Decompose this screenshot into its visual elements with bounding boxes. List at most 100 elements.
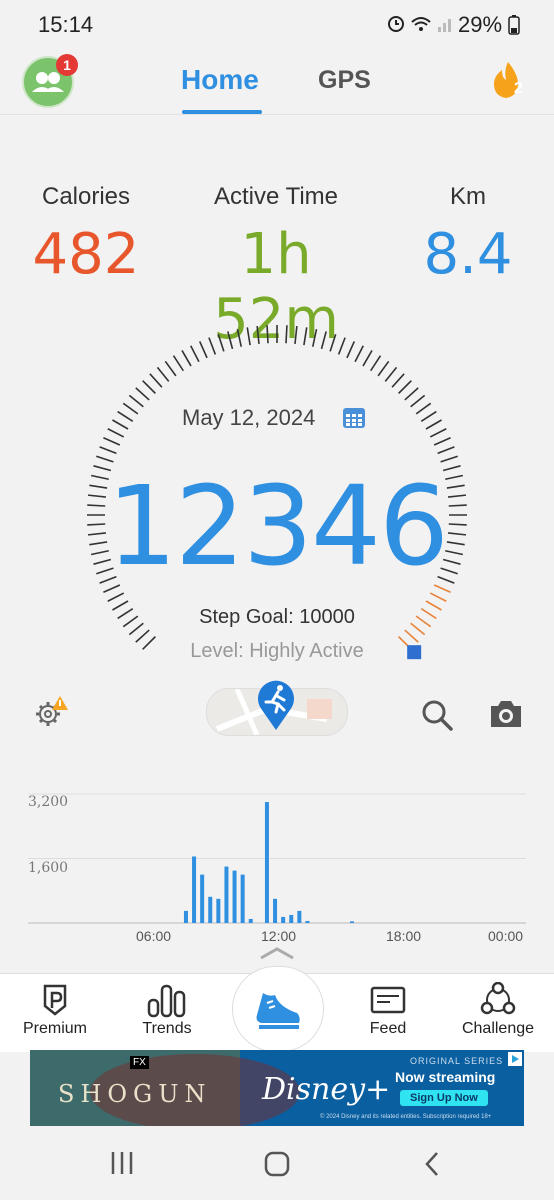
active-time-label: Active Time <box>213 183 339 210</box>
gauge-tick <box>217 334 225 352</box>
camera-icon[interactable] <box>488 698 524 730</box>
tab-gps[interactable]: GPS <box>318 66 371 95</box>
notification-badge: 1 <box>56 54 78 76</box>
gauge-tick <box>99 446 117 455</box>
gauge-tick <box>420 410 437 422</box>
gauge-tick <box>425 419 442 430</box>
x-tick-0600: 06:00 <box>136 928 172 944</box>
running-person-icon <box>258 680 294 730</box>
chart-bar <box>248 918 253 923</box>
status-bar: 15:14 29% <box>0 0 554 44</box>
challenge-icon <box>480 982 516 1015</box>
alarm-icon <box>388 16 404 32</box>
x-tick-1800: 18:00 <box>386 928 422 944</box>
recent-apps-icon[interactable] <box>110 1150 134 1176</box>
km-value: 8.4 <box>423 222 513 287</box>
chart-bar <box>273 898 278 923</box>
status-icons <box>388 16 451 32</box>
gauge-tick <box>384 366 398 382</box>
back-icon[interactable] <box>422 1150 442 1178</box>
chart-bar <box>240 874 245 923</box>
gauge-tick <box>404 387 419 401</box>
gauge-tick <box>156 366 170 382</box>
gauge-tick <box>370 355 382 372</box>
gauge-tick <box>320 331 327 350</box>
chart-bar <box>208 896 213 923</box>
gauge-tick <box>285 325 288 344</box>
x-tick-1200: 12:00 <box>261 928 297 944</box>
nav-feed-label: Feed <box>369 1020 407 1037</box>
y-tick-1600: 1,600 <box>28 860 69 876</box>
date-label: May 12, 2024 <box>182 405 316 430</box>
tab-home[interactable]: Home <box>181 64 259 96</box>
gauge-tick <box>149 373 163 388</box>
ad-series: ORIGINAL SERIES <box>410 1056 504 1066</box>
battery-percent: 29% <box>458 12 503 37</box>
gauge-tick <box>236 328 243 347</box>
gauge-tick <box>303 327 308 346</box>
search-icon[interactable] <box>420 698 454 732</box>
nav-steps-center[interactable] <box>232 966 324 1052</box>
active-tab-indicator <box>182 110 262 114</box>
gauge-tick <box>135 387 150 401</box>
ad-cta-button[interactable]: Sign Up Now <box>400 1090 488 1106</box>
system-nav-bar <box>0 1126 554 1200</box>
nav-feed[interactable]: Feed <box>343 980 433 1044</box>
gauge-tick <box>429 592 447 602</box>
nav-trends[interactable]: Trends <box>122 980 212 1044</box>
gauge-tick <box>398 380 412 394</box>
shoe-icon <box>256 993 300 1029</box>
nav-premium[interactable]: Premium <box>10 980 100 1044</box>
nav-challenge-label: Challenge <box>461 1020 535 1037</box>
chart-bar <box>264 802 269 923</box>
gauge-tick <box>437 446 455 455</box>
home-icon[interactable] <box>263 1150 291 1178</box>
gauge-tick <box>112 419 129 430</box>
gauge-tick <box>346 341 356 359</box>
km-label: Km <box>450 183 486 210</box>
wifi-icon <box>411 17 431 31</box>
chart-bar <box>305 920 310 923</box>
settings-alert-icon[interactable] <box>32 694 70 730</box>
calories-value: 482 <box>32 222 140 287</box>
gauge-tick <box>433 436 451 446</box>
gauge-tick <box>266 325 269 344</box>
gauge-tick <box>410 394 426 408</box>
gauge-tick <box>415 402 432 415</box>
gauge-tick <box>107 428 125 438</box>
ad-brand: Disney+ <box>262 1072 391 1107</box>
step-count: 12346 <box>107 462 449 590</box>
gauge-tick <box>190 345 200 363</box>
ad-banner[interactable]: FX SHOGUN Disney+ ORIGINAL SERIES Now st… <box>30 1050 524 1126</box>
gauge-tick <box>311 328 318 347</box>
gauge-tick <box>329 334 337 352</box>
calendar-icon[interactable] <box>342 406 366 430</box>
step-goal: Step Goal: 10000 <box>199 606 355 628</box>
gauge-tick <box>117 410 134 422</box>
gauge-tick <box>440 455 458 463</box>
gauge-tick <box>362 350 373 367</box>
nav-challenge[interactable]: Challenge <box>453 980 543 1044</box>
gauge-tick <box>198 341 208 359</box>
gauge-tick <box>107 592 125 602</box>
gauge-tick <box>246 327 251 346</box>
chart-bar <box>183 910 188 923</box>
status-time: 15:14 <box>38 12 94 37</box>
gauge-tick <box>377 360 390 377</box>
ad-fine-print: © 2024 Disney and its related entities. … <box>320 1114 492 1120</box>
ad-shogun-title: SHOGUN <box>58 1080 212 1108</box>
trends-icon <box>147 984 186 1018</box>
chart-bar <box>192 856 197 923</box>
chart-bar <box>289 914 294 923</box>
nav-trends-label: Trends <box>142 1020 192 1037</box>
gauge-tick <box>337 337 346 355</box>
gauge-tick <box>208 337 217 355</box>
ad-choices-icon[interactable] <box>508 1052 522 1066</box>
battery-icon <box>508 15 520 35</box>
chart-bar <box>232 870 237 923</box>
chevron-up-icon[interactable] <box>258 946 296 960</box>
chart-bar <box>200 874 205 923</box>
nav-premium-label: Premium <box>22 1020 87 1037</box>
gauge-tick <box>172 355 184 372</box>
ad-fx-label: FX <box>130 1056 149 1069</box>
